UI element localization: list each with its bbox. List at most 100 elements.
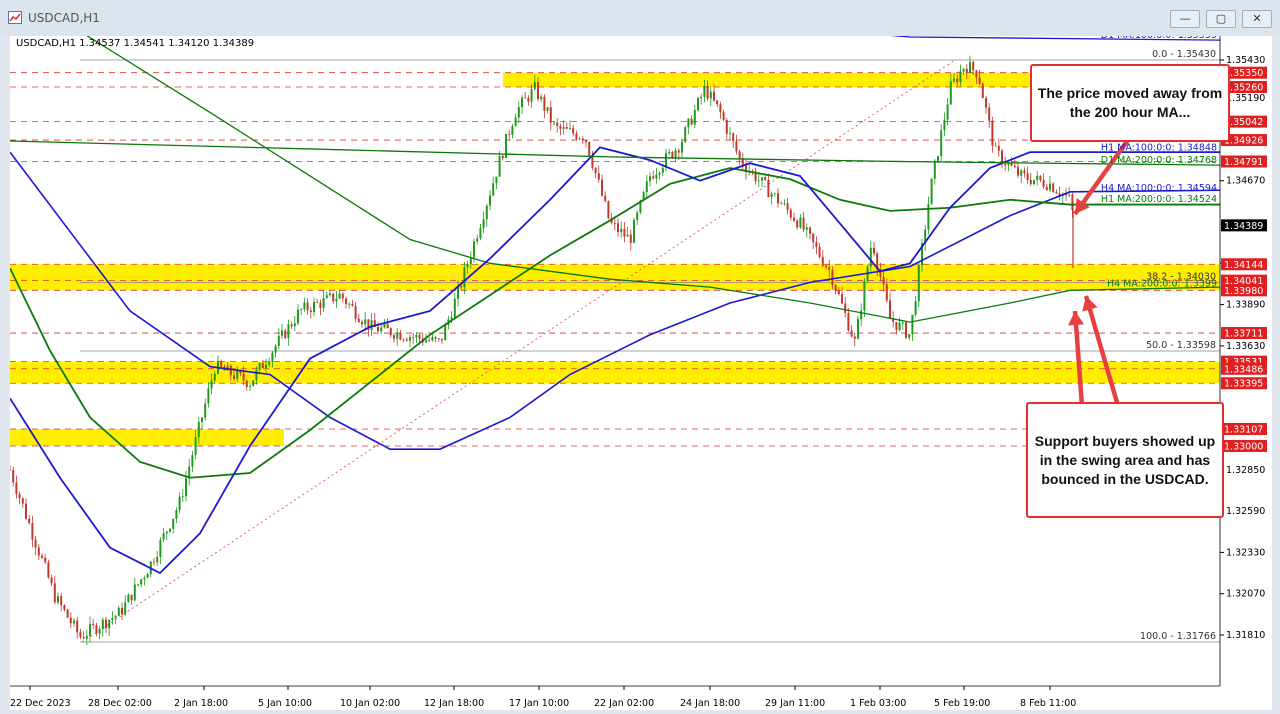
candle-body	[901, 322, 904, 324]
candle-body	[857, 319, 859, 339]
candle-body	[66, 609, 69, 618]
chart-area[interactable]: 0.0 - 1.35430 38.2 - 1.34030 50.0 - 1.3359…	[9, 24, 1272, 710]
candle-body	[991, 120, 994, 146]
candle-body	[329, 293, 331, 296]
candle-body	[965, 68, 968, 73]
price-level-badge-text: 1.34791	[1224, 157, 1263, 168]
candle-body	[1001, 150, 1003, 164]
candle-body	[645, 181, 648, 192]
candle-body	[495, 176, 498, 184]
candle-body	[655, 174, 658, 179]
candle-body	[25, 503, 27, 519]
candle-body	[463, 267, 466, 288]
candle-body	[431, 337, 434, 341]
price-level-badge-text: 1.33000	[1224, 441, 1263, 452]
candle-body	[402, 339, 405, 341]
minimize-button[interactable]: —	[1170, 10, 1200, 28]
candle-body	[492, 183, 495, 196]
candle-body	[681, 141, 683, 153]
candle-body	[105, 619, 107, 629]
candle-body	[933, 160, 936, 179]
candle-body	[501, 156, 504, 159]
candle-body	[559, 125, 562, 129]
candle-body	[597, 173, 600, 180]
candle-body	[293, 323, 296, 327]
candle-body	[821, 256, 824, 266]
candle-body	[569, 128, 571, 129]
candle-body	[818, 247, 821, 257]
candle-body	[789, 209, 792, 218]
candle-body	[338, 293, 341, 299]
candle-body	[812, 233, 815, 243]
candle-body	[543, 96, 546, 111]
candle-body	[786, 203, 789, 210]
candle-body	[687, 118, 690, 128]
candle-body	[47, 562, 50, 578]
close-button[interactable]: ✕	[1242, 10, 1272, 28]
maximize-button[interactable]: ▢	[1206, 10, 1236, 28]
candle-body	[636, 212, 639, 220]
candle-body	[617, 223, 619, 233]
candle-body	[57, 596, 59, 603]
candle-body	[613, 222, 616, 224]
candle-body	[661, 167, 664, 173]
candle-body	[124, 602, 127, 615]
time-tick-label: 28 Dec 02:00	[88, 698, 152, 709]
time-tick-label: 29 Jan 11:00	[765, 698, 825, 709]
candle-body	[313, 301, 315, 313]
candle-body	[345, 298, 347, 305]
candle-body	[549, 107, 552, 123]
candle-body	[917, 265, 920, 302]
candle-body	[805, 227, 808, 230]
candle-body	[143, 577, 146, 580]
candle-body	[972, 62, 975, 71]
candle-body	[940, 130, 943, 157]
support-resistance-zone	[10, 361, 1220, 384]
candle-body	[332, 293, 335, 302]
candle-body	[1004, 163, 1007, 166]
candle-body	[79, 632, 82, 638]
candle-body	[44, 557, 47, 563]
price-level-badge-text: 1.33395	[1224, 379, 1263, 390]
candle-body	[130, 594, 133, 601]
candle-body	[556, 122, 559, 126]
candle-body	[210, 380, 213, 389]
candle-body	[553, 122, 555, 124]
candle-body	[793, 217, 795, 221]
price-level-badge-text: 1.33107	[1224, 424, 1263, 435]
callout-top: The price moved away from the 200 hour M…	[1030, 64, 1230, 142]
candle-body	[1036, 175, 1039, 180]
candle-body	[306, 302, 309, 311]
candle-body	[1039, 175, 1042, 181]
candle-body	[735, 141, 738, 152]
time-tick-label: 10 Jan 02:00	[340, 698, 400, 709]
candle-body	[309, 310, 312, 313]
candle-body	[604, 195, 607, 201]
candle-body	[233, 375, 235, 380]
candle-body	[28, 518, 31, 524]
candle-body	[101, 619, 104, 629]
candle-body	[905, 322, 907, 338]
candle-body	[63, 605, 66, 610]
candle-body	[521, 97, 523, 107]
candle-body	[341, 293, 344, 299]
candle-body	[761, 177, 763, 181]
candle-body	[546, 107, 549, 111]
candle-body	[185, 478, 187, 497]
candle-body	[949, 81, 952, 105]
candle-body	[98, 628, 101, 634]
candle-body	[396, 332, 399, 339]
candle-body	[1068, 194, 1071, 196]
candle-body	[975, 70, 978, 78]
candle-body	[15, 482, 18, 494]
ma-label: H4 MA:200:0:0: 1.3399	[1107, 279, 1217, 290]
candle-body	[690, 118, 693, 125]
candle-body	[706, 86, 709, 99]
candle-body	[476, 238, 479, 242]
candle-body	[626, 234, 629, 237]
candle-body	[319, 302, 322, 308]
candle-body	[258, 362, 261, 370]
candle-body	[383, 323, 386, 328]
candle-body	[140, 579, 143, 585]
candle-body	[1033, 179, 1035, 185]
